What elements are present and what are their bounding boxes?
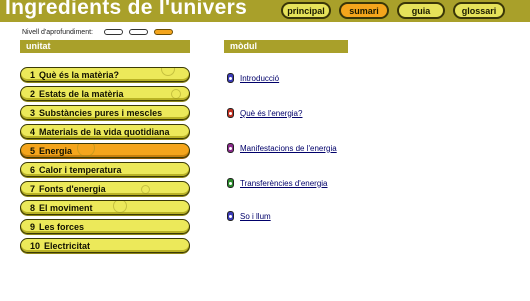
module-link-introduccio[interactable]: Introducció	[227, 73, 279, 83]
unit-list: 1 Què és la matèria? 2 Estats de la matèri…	[20, 67, 190, 257]
unit-number: 5	[30, 145, 36, 156]
bubble-decoration	[113, 201, 127, 213]
unit-item[interactable]: 7 Fonts d'energia	[20, 181, 190, 196]
module-link-que-es-energia[interactable]: Què és l'energia?	[227, 108, 302, 118]
unit-item[interactable]: 2 Estats de la matèria	[20, 86, 190, 101]
unit-label: Què és la matèria?	[39, 69, 120, 80]
level-1-toggle[interactable]	[104, 29, 123, 35]
unit-number: 10	[30, 240, 41, 251]
unit-label: Les forces	[39, 221, 85, 232]
nav-sumari-button[interactable]: sumari	[339, 2, 389, 19]
unit-label: Substàncies pures i mescles	[39, 107, 163, 118]
module-bullet-icon	[227, 178, 234, 188]
unit-label: Electricitat	[44, 240, 91, 251]
unitat-heading: unitat	[20, 40, 190, 53]
unit-number: 9	[30, 221, 36, 232]
unit-label: Estats de la matèria	[39, 88, 124, 99]
module-link-so-i-llum[interactable]: So i llum	[227, 211, 271, 221]
module-label: Transferències d'energia	[240, 178, 328, 188]
module-link-transferencies[interactable]: Transferències d'energia	[227, 178, 328, 188]
unit-label: Fonts d'energia	[39, 183, 106, 194]
bubble-decoration	[171, 89, 181, 99]
nav-glossari-button[interactable]: glossari	[453, 2, 505, 19]
module-label: Manifestacions de l'energia	[240, 143, 337, 153]
unit-label: Energia	[39, 145, 73, 156]
unit-item[interactable]: 8 El moviment	[20, 200, 190, 215]
unit-number: 1	[30, 69, 36, 80]
unit-number: 3	[30, 107, 36, 118]
nav-principal-button[interactable]: principal	[281, 2, 331, 19]
unit-number: 6	[30, 164, 36, 175]
unit-item[interactable]: 4 Materials de la vida quotidiana	[20, 124, 190, 139]
bubble-decoration	[77, 144, 95, 157]
unit-label: Calor i temperatura	[39, 164, 122, 175]
level-3-toggle[interactable]	[154, 29, 173, 35]
bubble-decoration	[161, 68, 175, 76]
module-link-manifestacions[interactable]: Manifestacions de l'energia	[227, 143, 337, 153]
unit-item[interactable]: 5 Energia	[20, 143, 190, 158]
unit-number: 8	[30, 202, 36, 213]
module-bullet-icon	[227, 108, 234, 118]
unit-label: El moviment	[39, 202, 93, 213]
module-label: Introducció	[240, 73, 280, 83]
nav-guia-button[interactable]: guia	[397, 2, 445, 19]
unit-number: 4	[30, 126, 36, 137]
module-bullet-icon	[227, 143, 234, 153]
module-label: So i llum	[240, 211, 271, 221]
unit-item[interactable]: 1 Què és la matèria?	[20, 67, 190, 82]
module-label: Què és l'energia?	[240, 108, 303, 118]
unit-item[interactable]: 10 Electricitat	[20, 238, 190, 253]
bubble-decoration	[141, 185, 150, 194]
level-label: Nivell d'aprofundiment:	[22, 29, 93, 36]
app-title: Ingredients de l'univers	[5, 0, 248, 19]
module-bullet-icon	[227, 211, 234, 221]
level-2-toggle[interactable]	[129, 29, 148, 35]
unit-label: Materials de la vida quotidiana	[39, 126, 170, 137]
unit-item[interactable]: 6 Calor i temperatura	[20, 162, 190, 177]
unit-number: 7	[30, 183, 36, 194]
module-bullet-icon	[227, 73, 234, 83]
unit-item[interactable]: 9 Les forces	[20, 219, 190, 234]
unit-item[interactable]: 3 Substàncies pures i mescles	[20, 105, 190, 120]
unit-number: 2	[30, 88, 36, 99]
modul-heading: mòdul	[224, 40, 348, 53]
header-bar: Ingredients de l'univers principal sumar…	[0, 0, 530, 22]
